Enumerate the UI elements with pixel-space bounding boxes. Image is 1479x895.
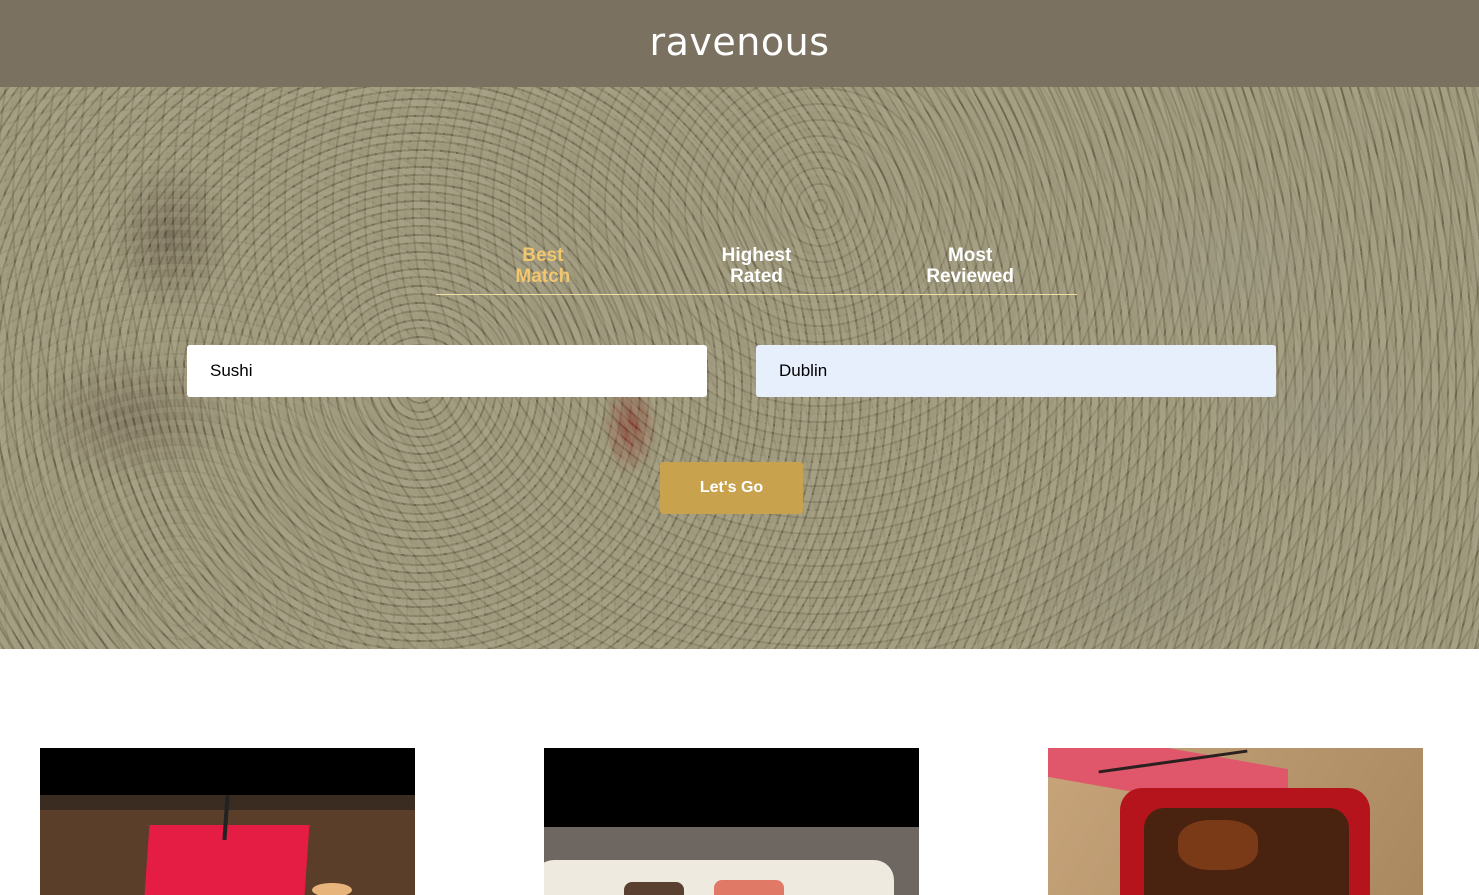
business-card[interactable] (544, 748, 919, 895)
sort-label-line2: Reviewed (926, 266, 1014, 287)
sort-label-line1: Highest (721, 245, 792, 266)
site-header: ravenous (0, 0, 1479, 87)
sort-label-line1: Most (947, 245, 993, 266)
sort-label-line2: Rated (730, 266, 783, 287)
sort-options: Best Match Highest Rated Most Reviewed (436, 245, 1077, 295)
sort-label-line1: Best (522, 245, 564, 266)
sort-most-reviewed[interactable]: Most Reviewed (910, 245, 1030, 294)
location-input[interactable] (756, 345, 1276, 397)
ravenous-logo: ravenous (649, 19, 830, 64)
sort-highest-rated[interactable]: Highest Rated (696, 245, 816, 294)
search-hero: Best Match Highest Rated Most Reviewed L… (0, 87, 1479, 649)
business-card[interactable] (1048, 748, 1423, 895)
business-image (1048, 748, 1423, 895)
search-term-input[interactable] (187, 345, 707, 397)
business-card[interactable] (40, 748, 415, 895)
business-image (40, 748, 415, 895)
sort-best-match[interactable]: Best Match (483, 245, 603, 294)
lets-go-button[interactable]: Let's Go (660, 462, 803, 514)
business-image (544, 748, 919, 895)
sort-label-line2: Match (515, 266, 571, 287)
